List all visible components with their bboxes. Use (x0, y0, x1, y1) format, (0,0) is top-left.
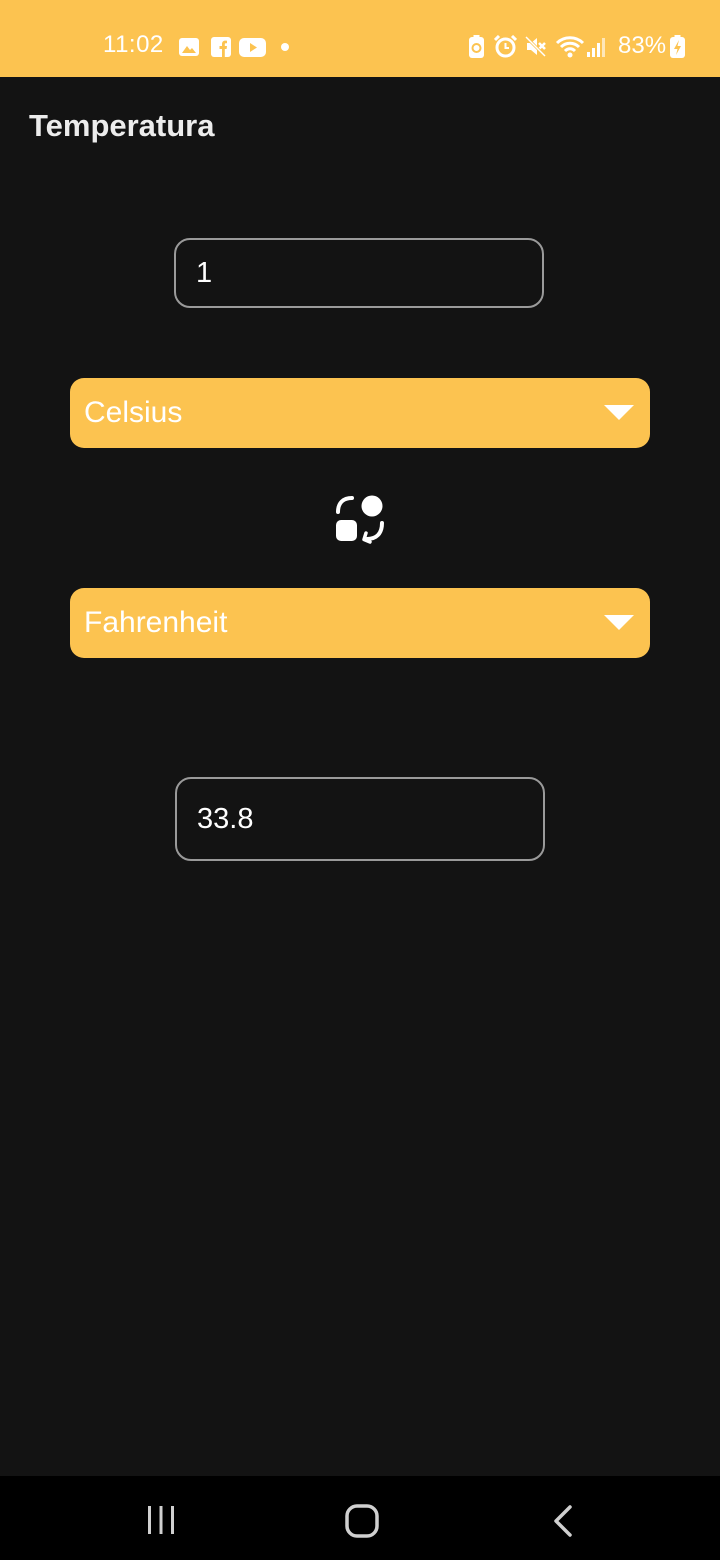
wifi-icon (555, 36, 585, 58)
to-unit-dropdown[interactable]: Fahrenheit (70, 588, 650, 658)
youtube-icon (239, 38, 266, 57)
battery-saver-icon (469, 35, 484, 58)
navigation-bar (0, 1476, 720, 1560)
status-bar: 11:02 83% (0, 0, 720, 77)
gallery-icon (179, 38, 199, 56)
from-unit-label: Celsius (84, 396, 183, 429)
status-time: 11:02 (103, 31, 164, 58)
result-field[interactable] (175, 777, 545, 861)
notification-dot-icon (281, 43, 289, 51)
battery-percent: 83% (618, 32, 667, 59)
swap-units-icon[interactable] (333, 492, 387, 546)
home-icon[interactable] (345, 1504, 379, 1538)
dropdown-arrow-icon (604, 615, 634, 630)
page-title: Temperatura (29, 108, 215, 143)
battery-charging-icon (670, 35, 685, 58)
mute-icon (524, 35, 547, 58)
dropdown-arrow-icon (604, 405, 634, 420)
from-unit-dropdown[interactable]: Celsius (70, 378, 650, 448)
to-unit-label: Fahrenheit (84, 606, 228, 639)
alarm-icon (494, 35, 517, 58)
recents-icon[interactable] (146, 1506, 176, 1534)
temperature-input[interactable] (174, 238, 544, 308)
signal-icon (587, 38, 605, 57)
facebook-icon (211, 37, 231, 57)
back-icon[interactable] (552, 1505, 574, 1537)
